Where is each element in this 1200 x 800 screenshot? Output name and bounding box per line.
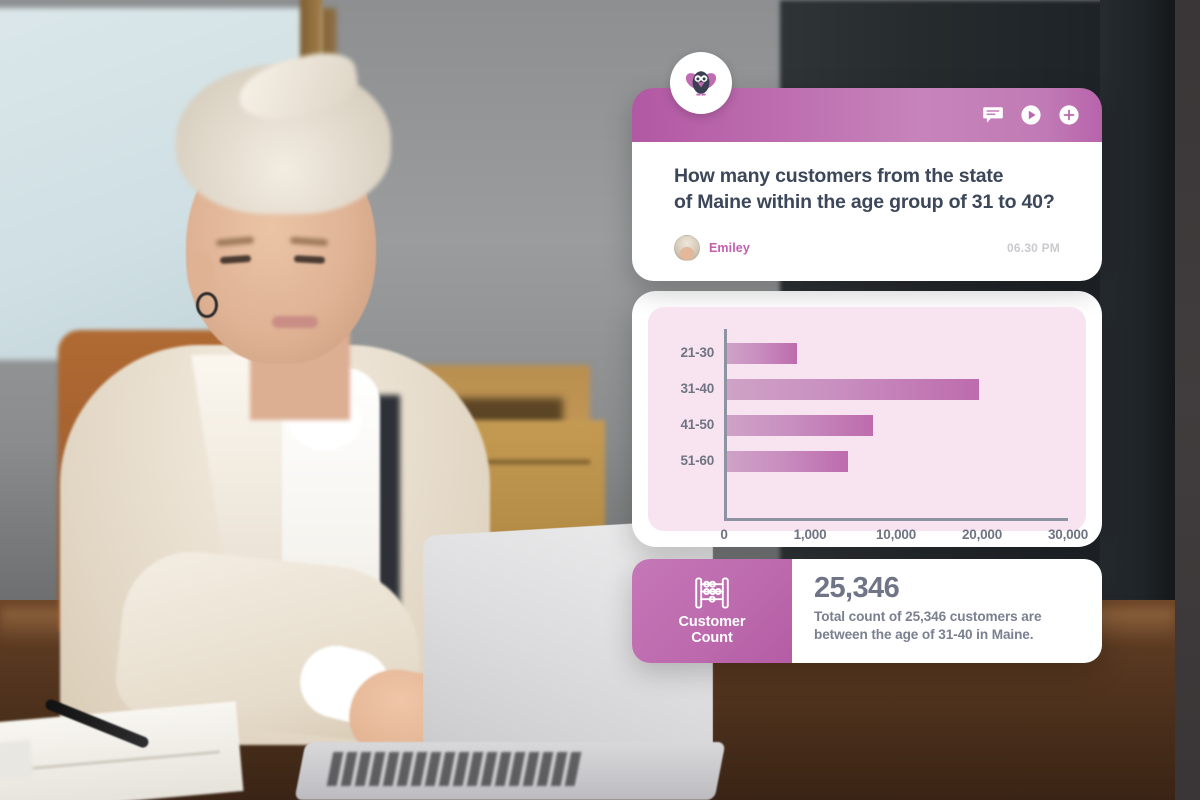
chat-bubble-icon[interactable] (982, 104, 1004, 126)
question-meta: Emiley 06.30 PM (674, 235, 1060, 265)
stat-card-content: 25,346 Total count of 25,346 customers a… (792, 559, 1102, 663)
stat-card-badge: Customer Count (632, 559, 792, 664)
abacus-icon (692, 576, 732, 610)
stat-description: Total count of 25,346 customers are betw… (814, 608, 1042, 643)
question-card-body: How many customers from the state of Mai… (632, 142, 1102, 282)
bar-41-50 (727, 414, 873, 436)
play-circle-icon[interactable] (1020, 104, 1042, 126)
bar-chart: 21-30 31-40 41-50 51-60 0 1,000 10,000 2… (648, 307, 1088, 542)
chart-y-axis-labels: 21-30 31-40 41-50 51-60 (666, 329, 724, 521)
stat-card-label: Customer Count (678, 613, 746, 647)
author-name: Emiley (709, 241, 750, 256)
plus-circle-icon[interactable] (1058, 104, 1080, 126)
bar-51-60 (727, 450, 848, 472)
x-tick-label: 30,000 (1047, 527, 1089, 543)
timestamp: 06.30 PM (1007, 241, 1060, 256)
right-edge-strip (1175, 0, 1200, 800)
question-card-header (632, 52, 1102, 142)
question-author: Emiley (674, 235, 750, 262)
bar-21-30 (727, 342, 798, 364)
avatar (674, 235, 700, 262)
screenshot-root: How many customers from the state of Mai… (0, 0, 1200, 800)
x-tick-label: 20,000 (961, 527, 1003, 543)
stat-value: 25,346 (814, 572, 900, 605)
bar-row (727, 407, 1068, 443)
phone (0, 739, 34, 783)
y-tick-label: 31-40 (680, 381, 714, 397)
lips (272, 316, 318, 328)
bar-31-40 (727, 378, 980, 400)
assistant-panel: How many customers from the state of Mai… (632, 52, 1102, 664)
laptop-keyboard (326, 752, 584, 786)
earring (196, 292, 218, 318)
y-tick-label: 21-30 (680, 345, 714, 361)
chart-plot-area: 21-30 31-40 41-50 51-60 (666, 329, 1068, 522)
question-card: How many customers from the state of Mai… (632, 52, 1102, 282)
chart-bars (724, 329, 1068, 522)
x-tick-label: 0 (720, 527, 728, 543)
bar-row (727, 371, 1068, 407)
y-tick-label: 51-60 (680, 453, 714, 469)
owl-mascot-icon (670, 52, 732, 114)
x-tick-label: 10,000 (875, 527, 917, 543)
bar-row (727, 335, 1068, 371)
question-text: How many customers from the state of Mai… (674, 165, 1055, 213)
chart-card: 21-30 31-40 41-50 51-60 0 1,000 10,000 2… (632, 291, 1102, 548)
chart-x-axis-labels: 0 1,000 10,000 20,000 30,000 (720, 527, 1088, 551)
stat-card: Customer Count 25,346 Total count of 25,… (632, 559, 1102, 664)
ear (188, 252, 214, 296)
y-tick-label: 41-50 (680, 417, 714, 433)
x-tick-label: 1,000 (793, 527, 827, 543)
bar-row (727, 443, 1068, 479)
